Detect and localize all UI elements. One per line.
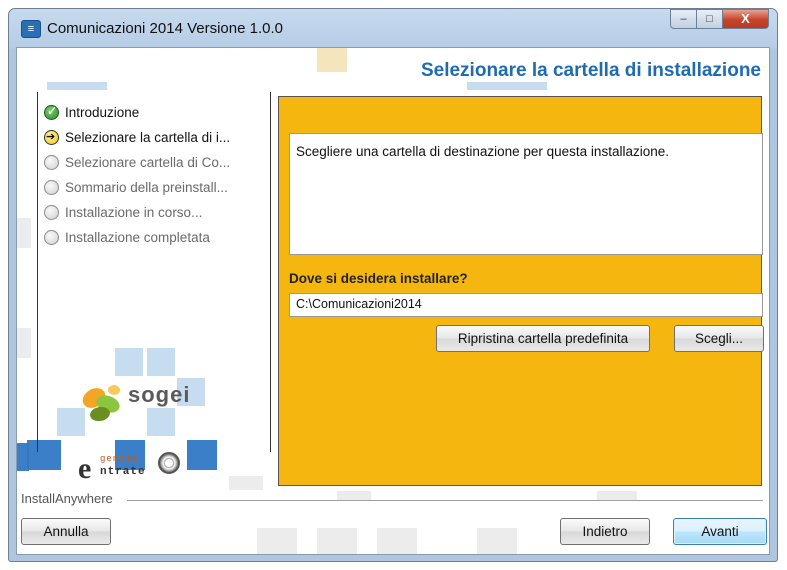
step-label: Introduzione: [65, 104, 140, 120]
description-box: Scegliere una cartella di destinazione p…: [289, 133, 763, 255]
background-square: [317, 48, 347, 72]
step-label: Selezionare la cartella di i...: [65, 129, 231, 145]
steps-panel: Introduzione Selezionare la cartella di …: [37, 92, 271, 485]
page-title: Selezionare la cartella di installazione: [420, 60, 761, 81]
circle-icon: [44, 179, 59, 195]
footer-divider: [127, 500, 763, 501]
step-introduzione: Introduzione: [44, 102, 139, 122]
agenzia-e-icon: e: [78, 452, 92, 485]
step-selezionare-cartella: Selezionare la cartella di i...: [44, 127, 230, 147]
background-square: [229, 476, 263, 490]
step-installazione-completata: Installazione completata: [44, 227, 210, 247]
minimize-button[interactable]: –: [670, 9, 697, 29]
install-path-field[interactable]: C:\Comunicazioni2014: [289, 293, 763, 317]
circle-icon: [44, 154, 59, 170]
agenzia-entrate-logo: e genzia ntrate: [78, 446, 208, 486]
sogei-logo-text: sogei: [128, 382, 191, 407]
background-square: [17, 328, 31, 358]
sogei-logo: sogei: [74, 372, 234, 432]
maximize-button[interactable]: □: [697, 9, 723, 29]
installer-window: ≡ Comunicazioni 2014 Versione 1.0.0 – □ …: [8, 8, 778, 562]
destination-panel: Scegliere una cartella di destinazione p…: [278, 96, 764, 486]
app-icon: ≡: [21, 20, 41, 38]
background-square: [317, 528, 357, 554]
step-label: Installazione in corso...: [65, 204, 203, 220]
installer-content: Selezionare la cartella di installazione…: [16, 47, 770, 555]
step-sommario: Sommario della preinstall...: [44, 177, 228, 197]
installanywhere-label: InstallAnywhere: [21, 491, 119, 506]
background-square: [467, 82, 547, 90]
agenzia-logo-text-top: genzia: [100, 454, 139, 464]
step-installazione-in-corso: Installazione in corso...: [44, 202, 202, 222]
step-label: Installazione completata: [65, 229, 210, 245]
arrow-right-icon: [44, 129, 59, 145]
background-square: [257, 528, 297, 554]
circle-icon: [44, 204, 59, 220]
choose-folder-button[interactable]: Scegli...: [674, 325, 764, 352]
back-button[interactable]: Indietro: [560, 518, 650, 545]
cancel-button[interactable]: Annulla: [21, 518, 111, 545]
background-square: [47, 82, 107, 90]
restore-default-folder-button[interactable]: Ripristina cartella predefinita: [436, 325, 650, 352]
step-label: Sommario della preinstall...: [65, 179, 228, 195]
background-square: [17, 218, 31, 248]
window-title: Comunicazioni 2014 Versione 1.0.0: [47, 20, 283, 37]
step-label: Selezionare cartella di Co...: [65, 154, 231, 170]
close-button[interactable]: X: [723, 9, 769, 29]
background-square: [377, 528, 417, 554]
title-bar[interactable]: ≡ Comunicazioni 2014 Versione 1.0.0 – □ …: [9, 9, 777, 47]
republic-emblem-icon: [158, 452, 180, 474]
agenzia-logo-text-bottom: ntrate: [100, 466, 146, 478]
step-selezionare-cartella-comunicazioni: Selezionare cartella di Co...: [44, 152, 230, 172]
circle-icon: [44, 229, 59, 245]
background-square: [477, 528, 517, 554]
next-button[interactable]: Avanti: [673, 518, 767, 545]
checkmark-icon: [44, 104, 59, 120]
window-controls: – □ X: [670, 9, 769, 29]
install-location-label: Dove si desidera installare?: [289, 271, 468, 286]
